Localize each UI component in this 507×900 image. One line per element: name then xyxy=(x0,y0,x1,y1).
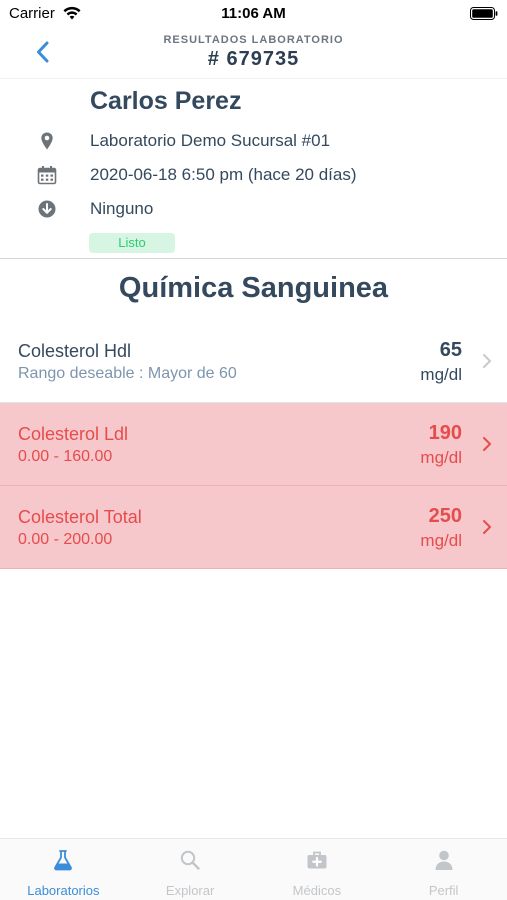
results-list: Colesterol Hdl Rango deseable : Mayor de… xyxy=(0,320,507,569)
result-name: Colesterol Hdl xyxy=(18,341,132,361)
result-row-colesterol-total[interactable]: Colesterol Total 0.00 - 200.00 250 mg/dl xyxy=(0,486,507,569)
result-name: Colesterol Ldl xyxy=(18,424,129,444)
location-text: Laboratorio Demo Sucursal #01 xyxy=(90,131,331,150)
arrow-down-circle-icon xyxy=(38,200,56,218)
delivery-row: Ninguno xyxy=(0,197,507,223)
medical-kit-icon xyxy=(307,851,327,869)
result-unit: mg/dl xyxy=(420,448,462,467)
nav-subtitle: RESULTADOS LABORATORIO xyxy=(163,34,344,46)
result-unit: mg/dl xyxy=(420,365,462,384)
flask-icon xyxy=(54,850,73,871)
order-number-title: # 679735 xyxy=(207,48,300,70)
tab-perfil[interactable]: Perfil xyxy=(380,839,507,900)
date-row: 2020-06-18 6:50 pm (hace 20 días) xyxy=(0,163,507,189)
chevron-right-icon xyxy=(483,437,491,451)
tab-label: Laboratorios xyxy=(27,883,100,898)
result-range: Rango deseable : Mayor de 60 xyxy=(18,365,237,382)
result-unit: mg/dl xyxy=(420,531,462,550)
delivery-text: Ninguno xyxy=(90,199,154,218)
map-pin-icon xyxy=(41,132,53,150)
chevron-right-icon xyxy=(483,520,491,534)
tab-explorar[interactable]: Explorar xyxy=(127,839,254,900)
tab-bar: Laboratorios Explorar Médicos Perfil xyxy=(0,838,507,900)
tab-medicos[interactable]: Médicos xyxy=(254,839,381,900)
result-row-colesterol-hdl[interactable]: Colesterol Hdl Rango deseable : Mayor de… xyxy=(0,320,507,403)
chevron-right-icon xyxy=(483,354,491,368)
battery-icon xyxy=(470,7,498,20)
result-value: 250 xyxy=(428,505,462,527)
section-title: Química Sanguinea xyxy=(118,272,389,304)
navigation-bar: RESULTADOS LABORATORIO # 679735 xyxy=(0,28,507,78)
patient-name: Carlos Perez xyxy=(90,87,242,115)
result-value: 65 xyxy=(439,339,462,361)
result-value: 190 xyxy=(428,422,462,444)
tab-label: Perfil xyxy=(428,883,459,898)
tab-laboratorios[interactable]: Laboratorios xyxy=(0,839,127,900)
result-range: 0.00 - 160.00 xyxy=(18,448,113,465)
status-badge: Listo xyxy=(89,233,175,253)
user-icon xyxy=(435,850,453,870)
result-row-colesterol-ldl[interactable]: Colesterol Ldl 0.00 - 160.00 190 mg/dl xyxy=(0,403,507,486)
result-range: 0.00 - 200.00 xyxy=(18,531,113,548)
location-row: Laboratorio Demo Sucursal #01 xyxy=(0,129,507,155)
search-icon xyxy=(180,850,200,870)
calendar-icon xyxy=(37,166,57,185)
tab-label: Explorar xyxy=(165,883,215,898)
result-name: Colesterol Total xyxy=(18,507,142,527)
date-text: 2020-06-18 6:50 pm (hace 20 días) xyxy=(90,165,357,184)
tab-label: Médicos xyxy=(292,883,342,898)
status-time: 11:06 AM xyxy=(221,5,286,22)
status-bar: Carrier 11:06 AM xyxy=(0,0,507,28)
patient-card: Carlos Perez Laboratorio Demo Sucursal #… xyxy=(0,78,507,259)
